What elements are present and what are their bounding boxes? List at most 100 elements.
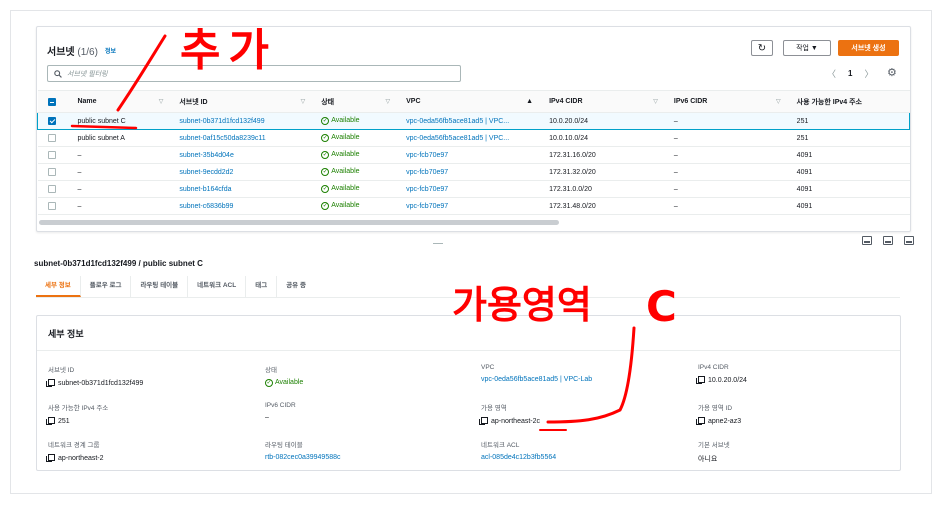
row-checkbox-cell[interactable] <box>37 163 72 181</box>
cell-vpc-link[interactable]: vpc-fcb70e97 <box>400 197 544 215</box>
row-checkbox[interactable] <box>48 117 56 125</box>
cell-ipv6: – <box>667 129 791 147</box>
cell-vpc-link[interactable]: vpc-0eda56fb5ace81ad5 | VPC... <box>400 129 544 147</box>
field-az: 가용 영역 ap-northeast-2c <box>479 402 540 425</box>
col-state[interactable]: 상태 ▽ <box>315 90 401 113</box>
cell-vpc-link[interactable]: vpc-fcb70e97 <box>400 163 544 181</box>
field-nacl: 네트워크 ACL acl-085de4c12b3fb5564 <box>481 439 556 461</box>
row-checkbox[interactable] <box>47 151 56 159</box>
sort-icon[interactable]: ▽ <box>776 98 781 105</box>
table-row[interactable]: – subnet-35b4d04e ✓ Available vpc-fcb70e97 17… <box>37 146 910 164</box>
table-row[interactable]: – subnet-9ecdd2d2 ✓ Available vpc-fcb70e97 17… <box>37 163 910 181</box>
row-checkbox-cell[interactable] <box>37 146 72 164</box>
row-checkbox-cell[interactable] <box>37 180 72 198</box>
table-row[interactable]: public subnet Csubnet-0b371d1fcd132f499 ✓… <box>37 112 910 130</box>
field-label: 가용 영역 <box>481 405 507 412</box>
gear-icon[interactable]: ⚙ <box>887 66 897 79</box>
field-value: – <box>265 414 269 421</box>
col-ipv6[interactable]: IPv6 CIDR ▽ <box>667 90 791 113</box>
select-all-cell[interactable] <box>37 90 72 113</box>
cell-subnet-id-link[interactable]: subnet-9ecdd2d2 <box>173 163 316 181</box>
details-panel: 세부 정보 서브넷 ID subnet-0b371d1fcd132f499 상태… <box>36 315 901 471</box>
page-number[interactable]: 1 <box>848 69 852 78</box>
refresh-button[interactable]: ↻ <box>751 40 773 56</box>
tab-details[interactable]: 세부 정보 <box>36 276 81 297</box>
table-row[interactable]: – subnet-b164cfda ✓ Available vpc-fcb70e97 17… <box>37 180 910 198</box>
cell-name: public subnet A <box>71 129 174 147</box>
split-side-icon[interactable] <box>883 236 893 245</box>
field-label: 가용 영역 ID <box>698 405 733 412</box>
table-row[interactable]: – subnet-c6836b99 ✓ Available vpc-fcb70e97 17… <box>37 197 910 215</box>
cell-ipv4: 172.31.48.0/20 <box>543 197 668 215</box>
subnets-title: 서브넷 <box>47 47 75 58</box>
cell-ipv6: – <box>667 180 791 198</box>
info-link[interactable]: 정보 <box>105 46 116 55</box>
copy-icon[interactable] <box>46 379 55 387</box>
annotation-c-text: C <box>646 282 677 331</box>
copy-icon[interactable] <box>46 454 55 462</box>
row-checkbox[interactable] <box>47 202 56 210</box>
pagination: 〈 1 〉 <box>827 67 873 80</box>
copy-icon[interactable] <box>479 417 488 425</box>
table-row[interactable]: public subnet Asubnet-0af15c50da8239c11 ✓… <box>37 129 910 147</box>
cell-avail: 251 <box>790 112 910 130</box>
row-checkbox[interactable] <box>47 134 56 142</box>
tab-tags[interactable]: 태그 <box>246 276 278 297</box>
split-handle[interactable] <box>433 243 443 244</box>
sort-icon[interactable]: ▽ <box>301 98 306 105</box>
field-value: subnet-0b371d1fcd132f499 <box>58 380 144 387</box>
sort-asc-icon[interactable]: ▲ <box>526 98 533 105</box>
cell-name: – <box>71 146 174 164</box>
cell-subnet-id-link[interactable]: subnet-35b4d04e <box>173 146 316 164</box>
col-label: 사용 가능한 IPv4 주소 <box>796 98 862 106</box>
prev-page-icon[interactable]: 〈 <box>827 67 836 80</box>
copy-icon[interactable] <box>696 376 705 384</box>
cell-vpc-link[interactable]: vpc-0eda56fb5ace81ad5 | VPC... <box>400 112 544 130</box>
table-header: Name ▽ 서브넷 ID ▽ 상태 ▽ VPC ▲ IPv4 CIDR ▽ IPv6 C… <box>37 90 910 113</box>
vpc-link[interactable]: vpc-0eda56fb5ace81ad5 | VPC-Lab <box>481 376 592 383</box>
next-page-icon[interactable]: 〉 <box>864 67 873 80</box>
cell-subnet-id-link[interactable]: subnet-b164cfda <box>173 180 316 198</box>
horizontal-scrollbar[interactable] <box>39 220 559 225</box>
tab-sharing[interactable]: 공유 중 <box>277 276 315 297</box>
col-ipv4[interactable]: IPv4 CIDR ▽ <box>543 90 668 113</box>
row-checkbox[interactable] <box>47 185 56 193</box>
row-checkbox-cell[interactable] <box>37 129 72 147</box>
cell-subnet-id-link[interactable]: subnet-c6836b99 <box>173 197 316 215</box>
tab-flow-logs[interactable]: 플로우 로그 <box>81 276 132 297</box>
field-label: 서브넷 ID <box>48 367 75 374</box>
field-label: 라우팅 테이블 <box>265 442 303 449</box>
row-checkbox-cell[interactable] <box>37 197 72 215</box>
cell-subnet-id-link[interactable]: subnet-0b371d1fcd132f499 <box>173 112 316 130</box>
cell-state-text: Available <box>331 185 360 192</box>
row-checkbox-cell[interactable] <box>37 112 72 130</box>
route-table-link[interactable]: rtb-082cec0a39949588c <box>265 454 341 461</box>
select-all-checkbox[interactable] <box>47 97 56 106</box>
sort-icon[interactable]: ▽ <box>386 98 391 105</box>
col-label: VPC <box>406 98 421 105</box>
panel-title: 서브넷 (1/6) <box>47 43 98 58</box>
cell-subnet-id-link[interactable]: subnet-0af15c50da8239c11 <box>173 129 316 147</box>
full-view-icon[interactable] <box>904 236 914 245</box>
row-checkbox[interactable] <box>47 168 56 176</box>
col-name[interactable]: Name ▽ <box>71 90 174 113</box>
field-ipv4-cidr: IPv4 CIDR 10.0.20.0/24 <box>696 364 747 384</box>
nacl-link[interactable]: acl-085de4c12b3fb5564 <box>481 454 556 461</box>
copy-icon[interactable] <box>696 417 705 425</box>
tab-route-table[interactable]: 라우팅 테이블 <box>131 276 189 297</box>
copy-icon[interactable] <box>46 417 55 425</box>
create-subnet-button[interactable]: 서브넷 생성 <box>838 40 899 56</box>
col-vpc[interactable]: VPC ▲ <box>400 90 544 113</box>
tab-network-acl[interactable]: 네트워크 ACL <box>188 276 247 297</box>
cell-vpc-link[interactable]: vpc-fcb70e97 <box>400 146 544 164</box>
cell-name: – <box>71 163 174 181</box>
actions-button[interactable]: 작업 ▼ <box>783 40 831 56</box>
cell-vpc-link[interactable]: vpc-fcb70e97 <box>400 180 544 198</box>
col-avail-ipv4[interactable]: 사용 가능한 IPv4 주소 <box>790 90 910 113</box>
split-bottom-icon[interactable] <box>862 236 872 245</box>
cell-avail: 4091 <box>790 163 910 181</box>
sort-icon[interactable]: ▽ <box>653 98 658 105</box>
col-subnet-id[interactable]: 서브넷 ID ▽ <box>173 90 316 113</box>
sort-icon[interactable]: ▽ <box>159 98 164 105</box>
search-placeholder: 서브넷 필터링 <box>67 70 108 78</box>
